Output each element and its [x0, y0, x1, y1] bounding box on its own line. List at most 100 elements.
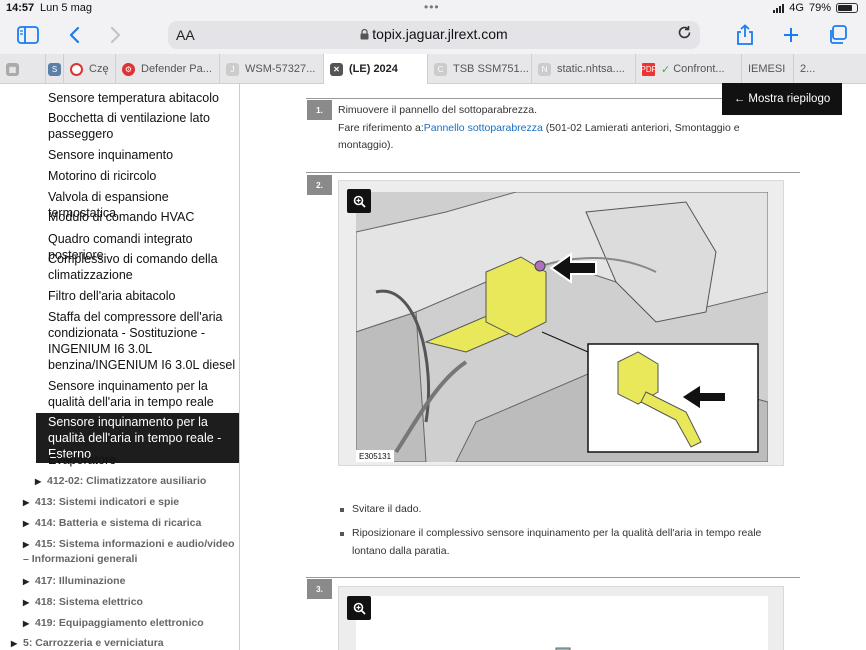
check-icon: ✓ — [661, 63, 671, 76]
sidebar-node-label: 5: Carrozzeria e verniciatura — [23, 637, 164, 649]
expand-arrow-icon: ▶ — [35, 477, 42, 486]
battery-icon — [836, 3, 858, 13]
sidebar-item[interactable]: Bocchetta di ventilazione lato passegger… — [48, 110, 236, 142]
sidebar-node[interactable]: ▶ 5: Carrozzeria e verniciatura — [11, 636, 235, 650]
sidebar-node[interactable]: ▶ 417: Illuminazione — [23, 574, 235, 589]
step-2-figure: E305131 — [338, 180, 784, 466]
sidebar-item[interactable]: Motorino di ricircolo — [48, 168, 236, 184]
step-number: 2. — [307, 175, 332, 195]
step-3-illustration — [356, 596, 768, 650]
s-icon: S — [48, 62, 61, 76]
reference-link[interactable]: Pannello sottoparabrezza — [424, 122, 543, 134]
step-1-reference: Fare riferimento a:Pannello sottoparabre… — [338, 120, 768, 155]
tab-label: (LE) 2024 — [349, 63, 398, 75]
sidebar-item[interactable]: Complessivo di comando della climatizzaz… — [48, 251, 236, 283]
new-tab-button[interactable] — [780, 22, 802, 48]
tab-label: IEMESI — [748, 63, 786, 75]
expand-arrow-icon: ▶ — [11, 639, 18, 648]
expand-arrow-icon: ▶ — [23, 577, 30, 586]
step-number: 3. — [307, 579, 332, 599]
sidebar-node[interactable]: ▶ 412-02: Climatizzatore ausiliario — [35, 474, 235, 489]
tab-0[interactable]: ▦ — [0, 54, 46, 84]
tab-7[interactable]: Nstatic.nhtsa.... — [532, 54, 636, 84]
tab-8[interactable]: PDF ✓ Confront... — [636, 54, 742, 84]
url-display[interactable]: topix.jaguar.jlrext.com — [168, 26, 700, 42]
doc-icon: J — [226, 62, 239, 76]
tab-label: static.nhtsa.... — [557, 63, 625, 75]
close-tab-icon[interactable]: ✕ — [330, 62, 343, 76]
lock-icon — [360, 28, 369, 40]
sidebar-item[interactable]: Evaporatore — [48, 452, 236, 468]
sidebar-node[interactable]: ▶ 413: Sistemi indicatori e spie — [23, 495, 235, 510]
pdf-icon: PDF — [640, 62, 657, 76]
tab-label: WSM-57327... — [245, 63, 316, 75]
sidebar-item[interactable]: Sensore inquinamento per la qualità dell… — [48, 378, 236, 410]
sidebar-node-label: 413: Sistemi indicatori e spie — [35, 496, 180, 508]
tab-label: 2... — [800, 63, 816, 75]
network-type: 4G — [789, 2, 804, 14]
sidebar-item[interactable]: Sensore inquinamento — [48, 147, 236, 163]
sidebar-item[interactable]: Modulo di comando HVAC — [48, 209, 236, 225]
show-summary-button[interactable]: ← Mostra riepilogo — [722, 83, 842, 115]
tab-overview-button[interactable] — [826, 22, 850, 48]
cellular-signal-icon — [773, 3, 785, 13]
tab-10[interactable]: 2... — [794, 54, 866, 84]
tab-bar: ▦ S Czę ⚙ Defender Pa... J WSM-57327... ✕ (… — [0, 54, 866, 84]
tab-label: Defender Pa... — [141, 63, 212, 75]
tab-3[interactable]: ⚙ Defender Pa... — [116, 54, 220, 84]
step-3-illustration-partial — [555, 647, 571, 650]
expand-arrow-icon: ▶ — [23, 519, 30, 528]
tab-4[interactable]: J WSM-57327... — [220, 54, 324, 84]
expand-arrow-icon: ▶ — [23, 598, 30, 607]
chevron-left-icon — [69, 26, 80, 44]
sidebar-item[interactable]: Staffa del compressore dell'aria condizi… — [48, 309, 236, 373]
zoom-figure-button[interactable] — [347, 596, 371, 620]
tab-label: Confront... — [673, 63, 725, 75]
tab-1[interactable]: S — [46, 54, 64, 84]
back-button[interactable] — [64, 22, 84, 48]
sidebar-node-label: 417: Illuminazione — [35, 575, 126, 587]
sidebar-node[interactable]: ▶ 419: Equipaggiamento elettronico — [23, 616, 235, 631]
tab-2[interactable]: Czę — [64, 54, 116, 84]
tab-6[interactable]: C TSB SSM751... — [428, 54, 532, 84]
forward-button[interactable] — [106, 22, 126, 48]
c-icon: C — [434, 62, 447, 76]
sidebar-node[interactable]: ▶ 415: Sistema informazioni e audio/video… — [23, 537, 235, 567]
grid-icon: ▦ — [6, 62, 19, 76]
expand-arrow-icon: ▶ — [23, 540, 30, 549]
chevron-right-icon — [110, 26, 121, 44]
sidebar-node[interactable]: ▶ 418: Sistema elettrico — [23, 595, 235, 610]
step-1-text: Rimuovere il pannello del sottoparabrezz… — [338, 102, 768, 155]
car-icon: ⚙ — [122, 62, 135, 76]
expand-arrow-icon: ▶ — [23, 498, 30, 507]
step-divider — [306, 577, 800, 578]
procedure-content: 1. Rimuovere il pannello del sottoparabr… — [246, 84, 866, 650]
sidebar-item[interactable]: Filtro dell'aria abitacolo — [48, 288, 236, 304]
expand-arrow-icon: ▶ — [23, 619, 30, 628]
sidebar-node-label: 414: Batteria e sistema di ricarica — [35, 517, 202, 529]
sidebar-toggle-button[interactable] — [14, 22, 42, 48]
tab-5-active[interactable]: ✕ (LE) 2024 — [324, 54, 428, 84]
step-number: 1. — [307, 100, 332, 120]
share-button[interactable] — [733, 22, 757, 48]
n-icon: N — [538, 62, 551, 76]
step-2-bullet: Riposizionare il complessivo sensore inq… — [340, 525, 772, 560]
address-bar[interactable]: AA topix.jaguar.jlrext.com — [168, 21, 700, 49]
browser-toolbar: AA topix.jaguar.jlrext.com — [0, 16, 866, 54]
url-text: topix.jaguar.jlrext.com — [372, 26, 508, 42]
reload-button[interactable] — [677, 25, 692, 45]
status-bar: 14:57 Lun 5 mag ••• 4G 79% — [0, 0, 866, 16]
sidebar-item[interactable]: Sensore temperatura abitacolo — [48, 90, 236, 106]
tab-9[interactable]: IEMESI — [742, 54, 794, 84]
zoom-figure-button[interactable] — [347, 189, 371, 213]
sidebar-node-label: 415: Sistema informazioni e audio/video … — [23, 538, 235, 565]
multitasking-dots-icon[interactable]: ••• — [424, 0, 440, 14]
zoom-in-icon — [353, 195, 366, 208]
tab-label: Czę — [89, 63, 109, 75]
sidebar-icon — [17, 26, 39, 44]
status-date: Lun 5 mag — [40, 2, 92, 14]
battery-fill — [838, 5, 852, 11]
tab-label: TSB SSM751... — [453, 63, 529, 75]
sidebar-node[interactable]: ▶ 414: Batteria e sistema di ricarica — [23, 516, 235, 531]
reload-icon — [678, 26, 691, 39]
